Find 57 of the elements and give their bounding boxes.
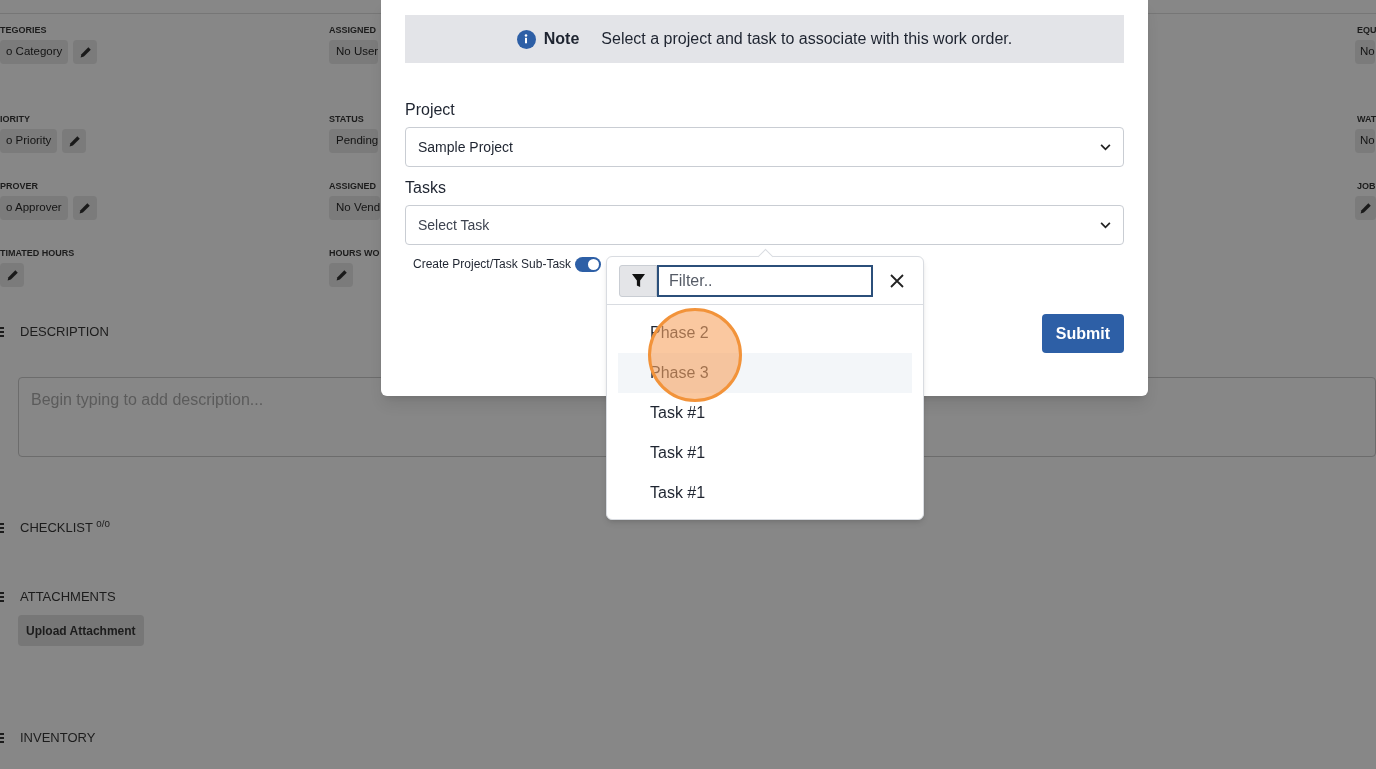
pencil-icon bbox=[5, 268, 19, 282]
field-label: STATUS bbox=[329, 113, 364, 125]
edit-button[interactable] bbox=[329, 263, 353, 287]
chevron-down-icon bbox=[1100, 143, 1111, 151]
pencil-icon bbox=[78, 45, 92, 59]
close-button[interactable] bbox=[889, 272, 905, 289]
section-title: CHECKLIST $^{0/0}$ bbox=[20, 518, 110, 538]
field-value-chip[interactable]: o Priority bbox=[0, 129, 58, 153]
field-label: TEGORIES bbox=[0, 24, 47, 36]
note-text: Select a project and task to associate with this work order. bbox=[601, 29, 1013, 49]
pencil-icon bbox=[334, 268, 348, 282]
edit-button[interactable] bbox=[73, 40, 98, 64]
edit-button[interactable] bbox=[0, 263, 24, 287]
field-label: JOB bbox=[1356, 180, 1376, 192]
pencil-icon bbox=[1359, 201, 1372, 215]
field-label: ASSIGNED bbox=[329, 180, 376, 192]
field-label: Project bbox=[405, 100, 456, 120]
filter-button[interactable] bbox=[619, 264, 657, 297]
field-value-chip[interactable]: Pending bbox=[329, 129, 379, 153]
field-label: ASSIGNED bbox=[329, 24, 376, 36]
field-label: EQU bbox=[1356, 24, 1376, 36]
section-title: DESCRIPTION bbox=[20, 323, 109, 342]
section-title: INVENTORY bbox=[20, 729, 96, 748]
close-icon bbox=[890, 273, 904, 288]
field-label: IORITY bbox=[0, 113, 30, 125]
task-select[interactable]: Select Task bbox=[405, 205, 1124, 245]
field-value-chip[interactable]: No Vend bbox=[329, 196, 381, 220]
section-icon bbox=[0, 733, 6, 743]
field-value-chip[interactable]: No bbox=[1355, 129, 1375, 153]
upload-button[interactable]: Upload Attachment bbox=[18, 615, 144, 646]
pencil-icon bbox=[78, 201, 92, 215]
toggle-switch[interactable] bbox=[575, 256, 602, 272]
note-label: Note bbox=[543, 29, 580, 49]
section-icon bbox=[0, 523, 6, 533]
section-title: ATTACHMENTS bbox=[20, 588, 116, 607]
toggle-label: Create Project/Task Sub-Task bbox=[413, 256, 572, 273]
filter-icon bbox=[631, 274, 645, 287]
field-value-chip[interactable]: No bbox=[1355, 40, 1375, 64]
field-label: PROVER bbox=[0, 180, 38, 192]
edit-button[interactable] bbox=[62, 129, 87, 153]
field-label: HOURS WO bbox=[329, 247, 380, 259]
field-value-chip[interactable]: No User bbox=[329, 40, 379, 64]
edit-button[interactable] bbox=[1355, 196, 1376, 220]
field-value-chip[interactable]: o Approver bbox=[0, 196, 68, 220]
filter-field[interactable]: Filter.. bbox=[657, 264, 873, 297]
edit-button[interactable] bbox=[72, 196, 97, 220]
field-value-chip[interactable]: o Category bbox=[0, 40, 69, 64]
field-label: Tasks bbox=[405, 178, 447, 198]
info-icon bbox=[516, 29, 536, 49]
section-icon bbox=[0, 327, 6, 337]
submit-button[interactable]: Submit bbox=[1041, 314, 1124, 353]
pencil-icon bbox=[67, 134, 81, 148]
chevron-down-icon bbox=[1100, 221, 1111, 229]
project-select[interactable]: Sample Project bbox=[405, 127, 1124, 167]
field-label: WAT bbox=[1356, 113, 1376, 125]
section-icon bbox=[0, 592, 6, 602]
field-label: TIMATED HOURS bbox=[0, 247, 75, 259]
